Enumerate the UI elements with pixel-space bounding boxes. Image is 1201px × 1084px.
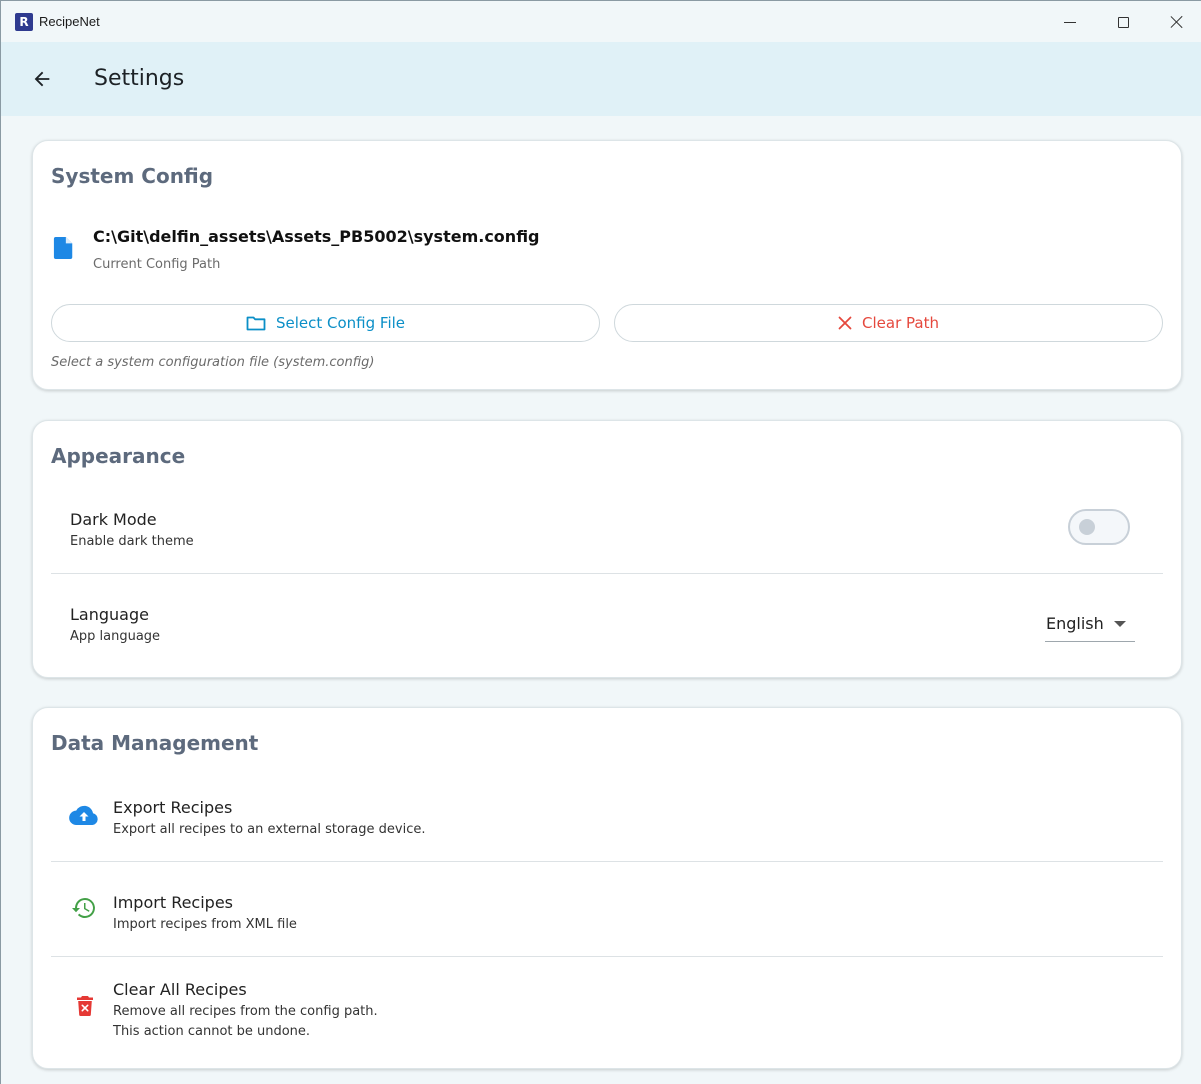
language-selected-value: English <box>1046 614 1104 633</box>
clear-path-label: Clear Path <box>862 314 939 332</box>
config-hint-text: Select a system configuration file (syst… <box>51 355 375 370</box>
cloud-upload-icon <box>69 805 98 826</box>
maximize-icon <box>1117 16 1129 28</box>
import-recipes-description: Import recipes from XML file <box>113 917 297 932</box>
divider <box>51 956 1163 957</box>
dark-mode-description: Enable dark theme <box>70 534 194 549</box>
appearance-title: Appearance <box>51 444 186 468</box>
window-titlebar[interactable]: R RecipeNet <box>0 0 1201 42</box>
app-logo-icon: R <box>15 13 33 31</box>
config-path-value: C:\Git\delfin_assets\Assets_PB5002\syste… <box>93 227 540 246</box>
back-button[interactable] <box>25 62 59 96</box>
close-icon <box>1170 15 1184 29</box>
window-border <box>0 0 1 1084</box>
clear-all-recipes-label: Clear All Recipes <box>113 980 247 999</box>
folder-icon <box>246 316 266 331</box>
system-config-card: System Config C:\Git\delfin_assets\Asset… <box>32 140 1182 390</box>
maximize-button[interactable] <box>1098 1 1148 43</box>
file-icon <box>53 237 73 259</box>
language-dropdown[interactable]: English <box>1045 608 1135 642</box>
window-title: RecipeNet <box>39 14 100 29</box>
toggle-knob <box>1079 519 1095 535</box>
close-icon <box>838 316 852 330</box>
import-recipes-label: Import Recipes <box>113 893 234 912</box>
dropdown-arrow-icon <box>1114 621 1126 627</box>
clear-all-recipes-description: Remove all recipes from the config path. <box>113 1004 378 1019</box>
divider <box>51 573 1163 574</box>
clear-all-recipes-warning: This action cannot be undone. <box>113 1024 311 1039</box>
export-recipes-description: Export all recipes to an external storag… <box>113 822 426 837</box>
dark-mode-toggle[interactable] <box>1068 509 1130 545</box>
select-config-file-label: Select Config File <box>275 314 406 332</box>
export-recipes-label: Export Recipes <box>113 798 233 817</box>
language-description: App language <box>70 629 161 644</box>
data-management-card: Data Management Export Recipes Export al… <box>32 707 1182 1069</box>
divider <box>51 861 1163 862</box>
system-config-title: System Config <box>51 164 214 188</box>
arrow-back-icon <box>34 71 50 87</box>
language-label: Language <box>70 605 149 624</box>
delete-forever-icon <box>77 996 93 1016</box>
minimize-button[interactable] <box>1045 1 1095 43</box>
history-icon <box>72 898 95 918</box>
select-config-file-button[interactable]: Select Config File <box>51 304 600 342</box>
app-bar: Settings <box>1 42 1201 116</box>
appearance-card: Appearance Dark Mode Enable dark theme L… <box>32 420 1182 678</box>
clear-path-button[interactable]: Clear Path <box>614 304 1163 342</box>
dark-mode-label: Dark Mode <box>70 510 157 529</box>
data-management-title: Data Management <box>51 731 259 755</box>
minimize-icon <box>1064 21 1076 23</box>
page-title: Settings <box>94 66 185 91</box>
config-path-caption: Current Config Path <box>93 257 221 272</box>
close-button[interactable] <box>1152 1 1201 43</box>
